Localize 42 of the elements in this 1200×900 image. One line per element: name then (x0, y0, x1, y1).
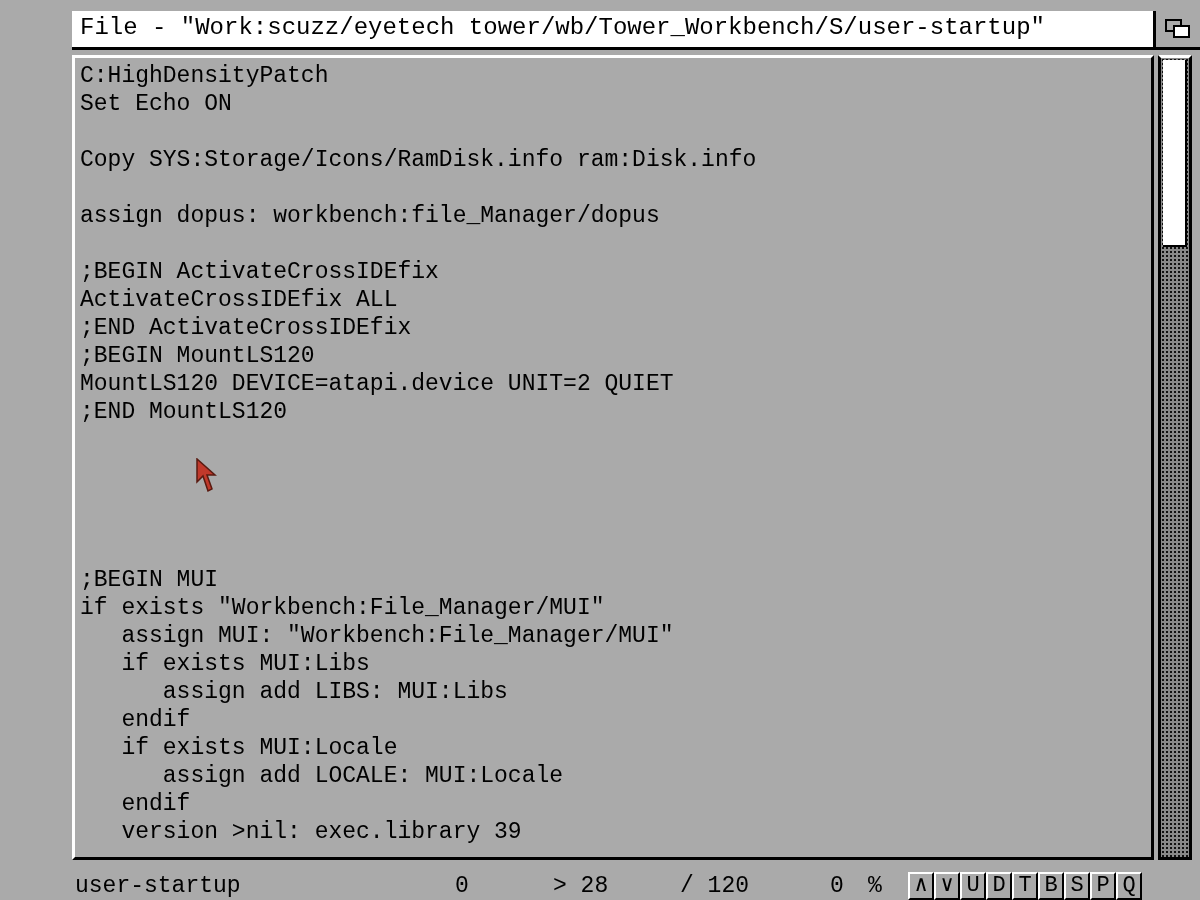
code-line: assign dopus: workbench:file_Manager/dopus (80, 201, 660, 230)
code-line: ;END ActivateCrossIDEfix (80, 313, 412, 342)
depth-icon (1165, 18, 1191, 39)
code-line: if exists MUI:Locale (120, 733, 398, 762)
code-line: C:HighDensityPatch (80, 61, 329, 90)
toolbar-button[interactable]: ∨ (934, 872, 960, 900)
scrollbar-knob[interactable] (1163, 59, 1187, 247)
code-line: version >nil: exec.library 39 (120, 817, 522, 846)
code-line: assign add LOCALE: MUI:Locale (161, 761, 564, 790)
file-name: user-startup (74, 873, 242, 899)
code-line: ActivateCrossIDEfix ALL (80, 285, 398, 314)
code-line: assign MUI: "Workbench:File_Manager/MUI" (120, 621, 674, 650)
code-line: endif (120, 789, 191, 818)
code-line: ;BEGIN MountLS120 (80, 341, 315, 370)
code-line: Copy SYS:Storage/Icons/RamDisk.info ram:Disk.info (80, 145, 757, 174)
toolbar-button[interactable]: Q (1116, 872, 1142, 900)
code-line: if exists MUI:Libs (120, 649, 370, 678)
code-line: ;END MountLS120 (80, 397, 288, 426)
text-editor[interactable] (72, 54, 1154, 860)
window-title: File - "Work:scuzz/eyetech tower/wb/Tower_Workbench/S/user-startup" (79, 13, 1046, 43)
mouse-pointer-icon (196, 458, 218, 494)
toolbar-button[interactable]: B (1038, 872, 1064, 900)
code-line: assign add LIBS: MUI:Libs (161, 677, 508, 706)
toolbar-button[interactable]: T (1012, 872, 1038, 900)
toolbar-button[interactable]: U (960, 872, 986, 900)
line-total: / 120 (680, 873, 750, 899)
code-line: MountLS120 DEVICE=atapi.device UNIT=2 QUIET (80, 369, 674, 398)
code-line: ;BEGIN MUI (80, 565, 219, 594)
code-line: ;BEGIN ActivateCrossIDEfix (80, 257, 439, 286)
toolbar-button[interactable]: D (986, 872, 1012, 900)
depth-gadget[interactable] (1153, 11, 1200, 47)
toolbar-button[interactable]: ∧ (908, 872, 934, 900)
toolbar-button[interactable]: S (1064, 872, 1090, 900)
column-number: 0 (455, 873, 470, 899)
line-number: > 28 (553, 873, 610, 899)
scrollbar[interactable] (1158, 54, 1192, 860)
percent-sign: % (868, 873, 883, 899)
code-line: Set Echo ON (80, 89, 232, 118)
percent-value: 0 (830, 873, 845, 899)
toolbar-button[interactable]: P (1090, 872, 1116, 900)
code-line: if exists "Workbench:File_Manager/MUI" (80, 593, 605, 622)
code-line: endif (120, 705, 191, 734)
